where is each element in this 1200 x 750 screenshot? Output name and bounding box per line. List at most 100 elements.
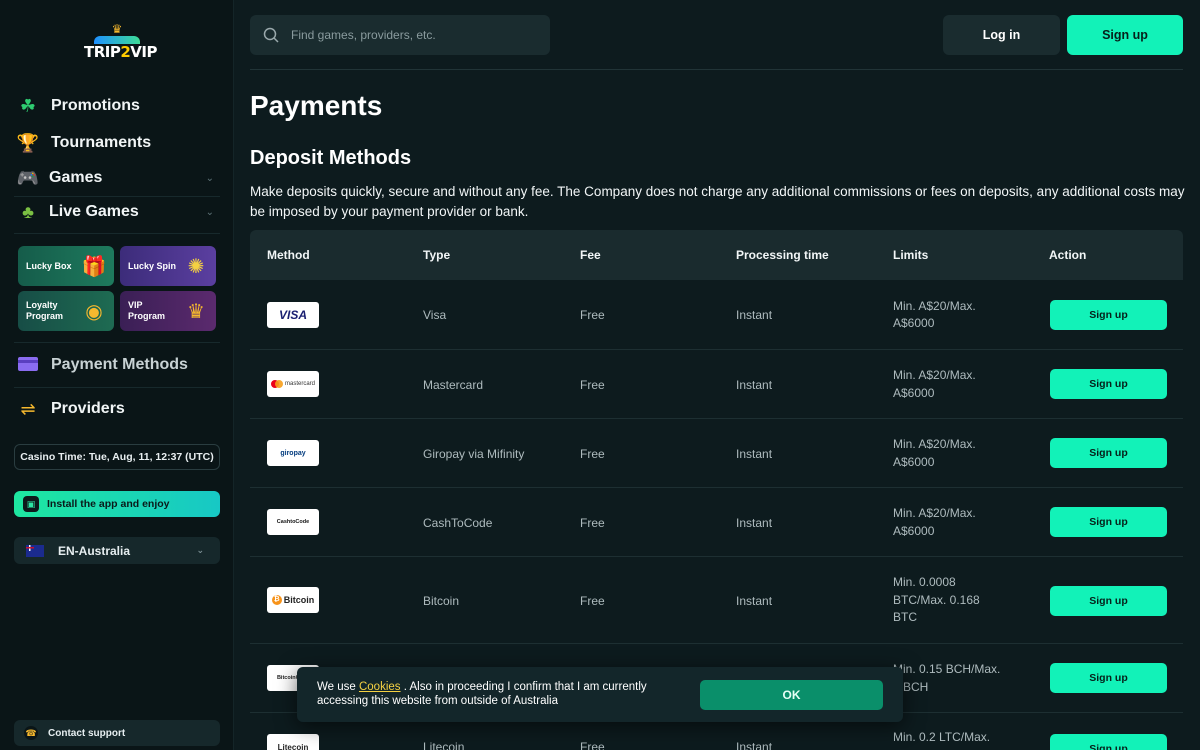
payment-limits: Min. 0.0008 BTC/Max. 0.168 BTC	[893, 557, 980, 644]
table-row: giropay Giropay via Mifinity Free Instan…	[250, 419, 1183, 488]
install-app-button[interactable]: ▣ Install the app and enjoy	[14, 491, 220, 517]
visa-logo: VISA	[267, 302, 319, 328]
brand-logo[interactable]: ♛ TRIP2VIP	[84, 22, 157, 70]
row-signup-button[interactable]: Sign up	[1050, 300, 1167, 330]
sidebar-item-label: Games	[49, 169, 103, 186]
gift-icon: 🎁	[81, 255, 107, 278]
cashtocode-logo: CashtoCode	[267, 509, 319, 535]
payment-limits: Min. A$20/Max. A$6000	[893, 419, 976, 488]
processing-time: Instant	[736, 740, 773, 750]
headset-icon: ☎	[24, 726, 38, 740]
signup-button[interactable]: Sign up	[1067, 15, 1183, 55]
processing-time: Instant	[736, 377, 773, 392]
processing-time: Instant	[736, 593, 773, 608]
bitcoin-logo: ₿ Bitcoin	[267, 587, 319, 613]
payment-fee: Free	[580, 515, 605, 530]
providers-icon: ⇌	[20, 398, 36, 419]
sidebar-item-live-games[interactable]: ♣ Live Games ⌄	[14, 195, 220, 229]
casino-time: Casino Time: Tue, Aug, 11, 12:37 (UTC)	[14, 444, 220, 470]
table-row: mastercard Mastercard Free Instant Min. …	[250, 350, 1183, 419]
header-divider	[250, 69, 1183, 70]
table-row: VISA Visa Free Instant Min. A$20/Max. A$…	[250, 280, 1183, 350]
sidebar-item-games[interactable]: 🎮 Games ⌄	[14, 161, 220, 195]
payment-limits: Min. A$20/Max. A$6000	[893, 488, 976, 557]
language-select[interactable]: EN-Australia ⌄	[14, 537, 220, 564]
promo-lucky-box[interactable]: Lucky Box 🎁	[18, 246, 114, 286]
crown-icon: ♛	[111, 22, 123, 36]
cookie-banner: We use Cookies . Also in proceeding I co…	[297, 667, 903, 722]
sidebar-item-label: Live Games	[49, 203, 139, 220]
limit-line: BTC/Max. 0.168	[893, 592, 980, 607]
coin-icon: ◉	[85, 300, 103, 323]
row-signup-button[interactable]: Sign up	[1050, 369, 1167, 399]
search-input[interactable]	[291, 28, 531, 42]
promo-loyalty-program[interactable]: Loyalty Program ◉	[18, 291, 114, 331]
promo-vip-program[interactable]: VIP Program ♛	[120, 291, 216, 331]
row-signup-button[interactable]: Sign up	[1050, 586, 1167, 616]
cookies-link[interactable]: Cookies	[359, 681, 401, 693]
limit-line: Min. 0.0008	[893, 575, 956, 590]
logo-text: Bitcoin	[283, 595, 315, 605]
limit-line: Min. 0.2 LTC/Max.	[893, 730, 991, 745]
row-signup-button[interactable]: Sign up	[1050, 438, 1167, 468]
search-icon	[263, 27, 279, 43]
sidebar-item-promotions[interactable]: ☘ Promotions	[14, 89, 220, 123]
promo-lucky-spin[interactable]: Lucky Spin ✺	[120, 246, 216, 286]
limit-line: BTC	[893, 610, 917, 625]
chevron-down-icon[interactable]: ⌄	[206, 173, 214, 184]
promo-label: Lucky Box	[26, 260, 72, 271]
chevron-down-icon: ⌄	[196, 545, 204, 555]
divider	[14, 342, 220, 343]
payment-limits: Min. A$20/Max. A$6000	[893, 350, 976, 419]
section-title: Deposit Methods	[250, 147, 412, 169]
payment-limits: Min. 0.2 LTC/Max.	[893, 730, 990, 746]
credit-card-icon	[14, 355, 42, 376]
logo-text: mastercard	[284, 381, 315, 387]
support-label: Contact support	[48, 727, 126, 739]
limit-line: Min. A$20/Max.	[893, 368, 976, 382]
column-header: Method	[267, 248, 310, 262]
payment-limits: Min. A$20/Max. A$6000	[893, 280, 976, 350]
payment-limits: Min. 0.15 BCH/Max. 0 BCH	[893, 644, 1000, 713]
trophy-icon: 🏆	[16, 132, 40, 153]
limit-line: Min. A$20/Max.	[893, 506, 976, 520]
gamepad-icon: 🎮	[16, 167, 40, 188]
section-description: Make deposits quickly, secure and withou…	[250, 184, 1185, 219]
sidebar-item-payment-methods[interactable]: Payment Methods	[14, 348, 220, 382]
promo-label: VIP Program	[128, 300, 166, 321]
column-header: Processing time	[736, 248, 829, 262]
clover-icon: ☘	[19, 95, 37, 116]
sidebar-item-tournaments[interactable]: 🏆 Tournaments	[14, 126, 220, 160]
column-header: Limits	[893, 248, 929, 262]
limit-line: A$6000	[893, 454, 935, 469]
cookie-ok-button[interactable]: OK	[700, 680, 883, 710]
logo-text: TRIP2VIP	[84, 43, 157, 61]
limit-line: Min. A$20/Max.	[893, 298, 976, 313]
crown-icon: ♛	[187, 300, 205, 323]
payment-fee: Free	[580, 740, 605, 750]
cookie-text: We use Cookies . Also in proceeding I co…	[317, 680, 677, 708]
limit-line: A$6000	[893, 316, 935, 330]
contact-support-button[interactable]: ☎ Contact support	[14, 720, 220, 746]
giropay-logo: giropay	[267, 440, 319, 466]
row-signup-button[interactable]: Sign up	[1050, 734, 1167, 750]
search-bar[interactable]	[250, 15, 550, 55]
column-header: Fee	[580, 248, 601, 262]
payment-type: CashToCode	[423, 515, 493, 530]
row-signup-button[interactable]: Sign up	[1050, 507, 1167, 537]
divider	[14, 387, 220, 388]
wheel-icon: ✺	[187, 255, 205, 278]
sidebar-item-label: Payment Methods	[51, 356, 188, 373]
payment-fee: Free	[580, 593, 605, 608]
payment-type: Litecoin	[423, 740, 465, 750]
login-button[interactable]: Log in	[943, 15, 1060, 55]
column-header: Action	[1049, 248, 1087, 262]
australia-flag-icon	[26, 544, 44, 557]
payment-type: Bitcoin	[423, 593, 460, 608]
chevron-down-icon[interactable]: ⌄	[206, 207, 214, 218]
sidebar-item-providers[interactable]: ⇌ Providers	[14, 392, 220, 426]
page-title: Payments	[250, 90, 383, 121]
chips-icon: ♣	[22, 201, 34, 222]
row-signup-button[interactable]: Sign up	[1050, 663, 1167, 693]
payment-type: Giropay via Mifinity	[423, 446, 525, 461]
